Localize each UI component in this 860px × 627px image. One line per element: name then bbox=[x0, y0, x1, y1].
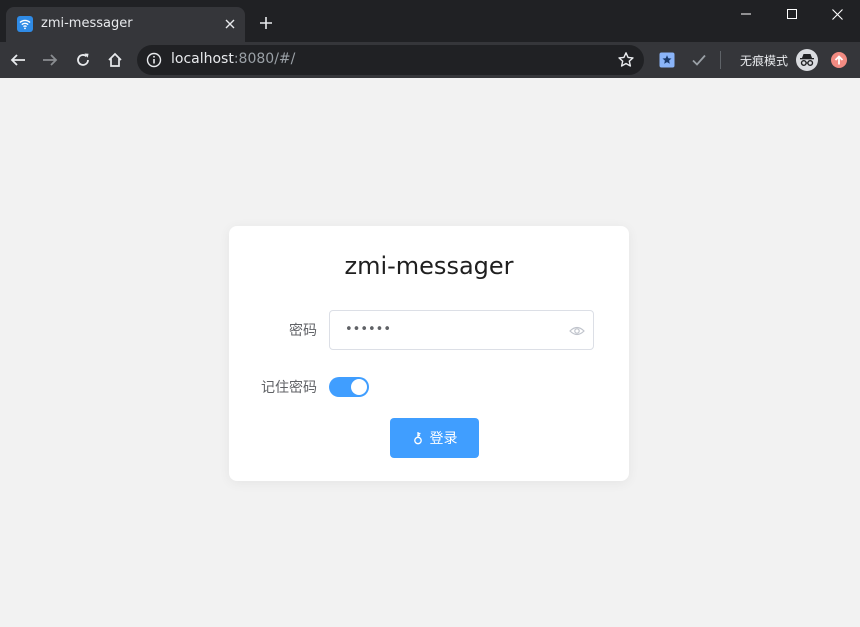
eye-icon[interactable] bbox=[569, 324, 585, 338]
remember-password-label: 记住密码 bbox=[261, 380, 317, 396]
info-icon[interactable] bbox=[146, 52, 162, 68]
back-arrow-icon[interactable] bbox=[6, 48, 30, 72]
password-label: 密码 bbox=[289, 323, 317, 339]
address-bar[interactable]: localhost:8080/#/ bbox=[137, 45, 644, 75]
app-title: zmi-messager bbox=[344, 252, 514, 280]
remember-password-switch[interactable] bbox=[329, 377, 369, 397]
close-window-icon[interactable] bbox=[814, 0, 860, 28]
home-icon[interactable] bbox=[103, 48, 127, 72]
login-button[interactable]: 登录 bbox=[390, 418, 479, 458]
update-arrow-icon[interactable] bbox=[829, 50, 849, 70]
minimize-icon[interactable] bbox=[723, 0, 769, 28]
url-host: localhost bbox=[171, 51, 234, 67]
new-tab-plus-icon[interactable] bbox=[256, 13, 276, 33]
toolbar-divider bbox=[720, 51, 721, 69]
incognito-icon[interactable] bbox=[796, 49, 818, 71]
url-path: :8080/#/ bbox=[233, 51, 296, 67]
tab-title: zmi-messager bbox=[41, 16, 133, 31]
browser-titlebar: zmi-messager bbox=[0, 0, 860, 42]
tab-close-icon[interactable] bbox=[221, 15, 239, 33]
incognito-label: 无痕模式 bbox=[740, 54, 789, 68]
login-button-label: 登录 bbox=[429, 431, 458, 447]
password-input[interactable]: •••••• bbox=[329, 310, 594, 350]
key-icon bbox=[413, 432, 422, 445]
browser-toolbar: localhost:8080/#/ 无痕模式 bbox=[0, 42, 860, 78]
maximize-icon[interactable] bbox=[769, 0, 815, 28]
bookmark-extension-icon[interactable] bbox=[656, 49, 678, 71]
bookmark-star-icon[interactable] bbox=[617, 51, 635, 69]
browser-tab[interactable]: zmi-messager bbox=[6, 7, 245, 42]
wifi-favicon-icon bbox=[17, 16, 33, 32]
login-card: zmi-messager 密码 •••••• 记住密码 登录 bbox=[229, 226, 629, 481]
reload-icon[interactable] bbox=[71, 48, 95, 72]
url-text[interactable]: localhost:8080/#/ bbox=[171, 51, 295, 67]
password-value: •••••• bbox=[345, 322, 392, 337]
checkmark-extension-icon[interactable] bbox=[688, 49, 710, 71]
forward-arrow-icon[interactable] bbox=[38, 48, 62, 72]
page-viewport: zmi-messager 密码 •••••• 记住密码 登录 bbox=[0, 78, 860, 627]
switch-knob bbox=[351, 379, 367, 395]
